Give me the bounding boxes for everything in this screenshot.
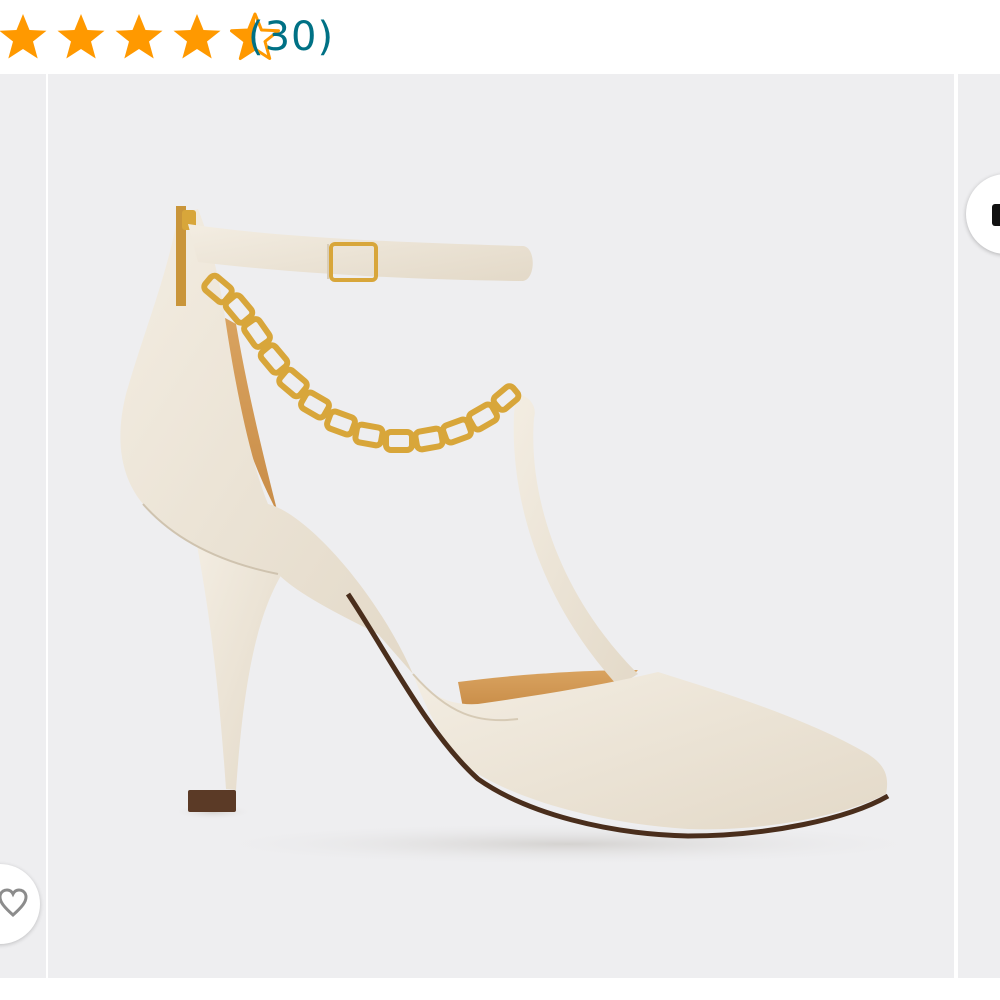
ankle-strap bbox=[188, 224, 533, 281]
product-photo-pump-heel[interactable] bbox=[48, 74, 954, 978]
star-full-icon bbox=[115, 14, 163, 59]
stiletto-heel bbox=[196, 540, 283, 790]
share-icon bbox=[992, 204, 1000, 226]
previous-image-slide[interactable] bbox=[0, 74, 46, 978]
review-count-link[interactable]: (30) bbox=[248, 10, 334, 64]
floor-shadow bbox=[188, 822, 948, 866]
product-image-carousel[interactable] bbox=[0, 74, 1000, 1000]
star-full-icon bbox=[57, 14, 105, 59]
t-strap bbox=[513, 394, 638, 686]
heart-icon bbox=[0, 888, 28, 918]
heel-tip bbox=[188, 790, 236, 812]
star-full-icon bbox=[0, 14, 47, 59]
star-rating[interactable] bbox=[0, 12, 280, 62]
rating-summary: (30) bbox=[0, 0, 1000, 74]
star-full-icon bbox=[173, 14, 221, 59]
